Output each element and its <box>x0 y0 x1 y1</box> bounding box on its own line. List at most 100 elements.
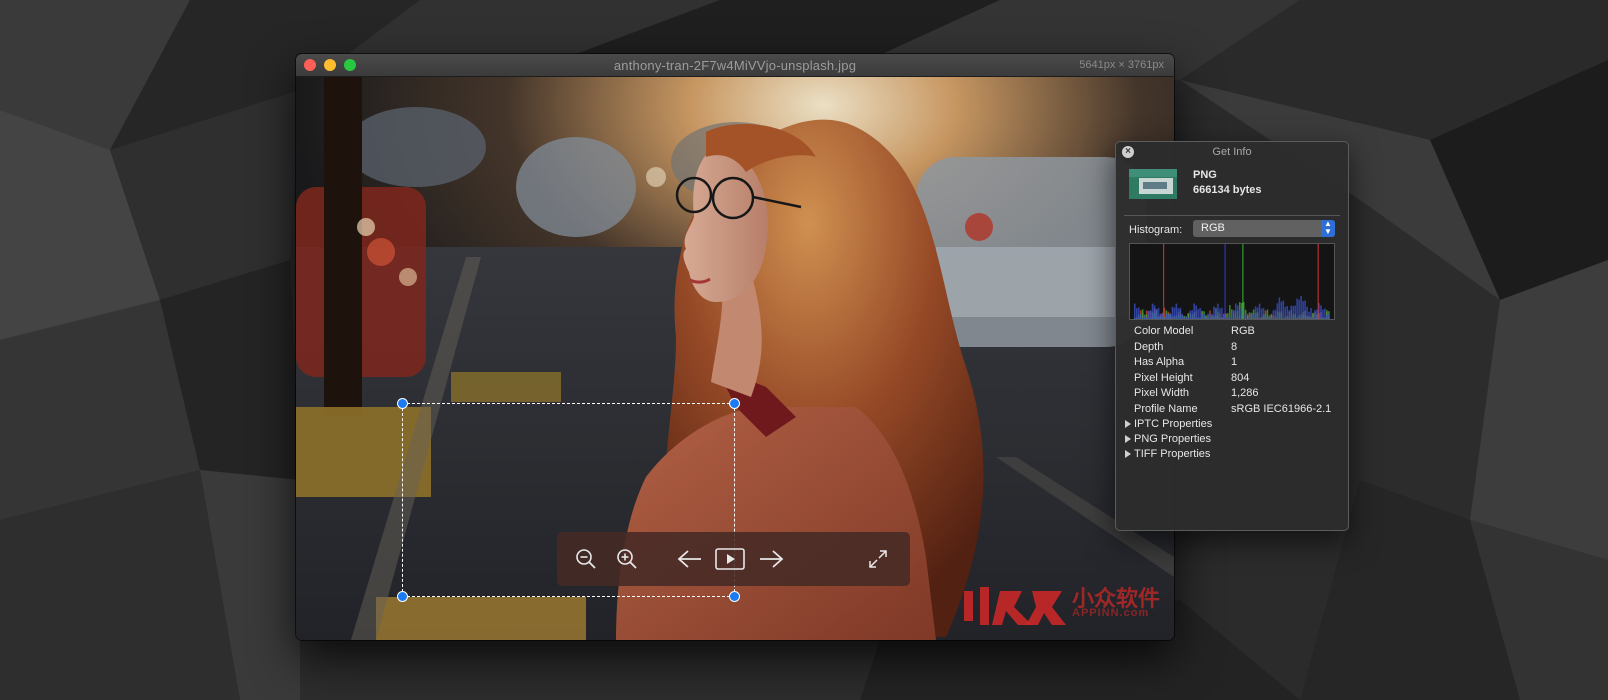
zoom-in-icon <box>617 549 637 569</box>
histogram-bin <box>1236 305 1239 319</box>
histogram-chart <box>1129 243 1335 320</box>
property-value: RGB <box>1231 325 1255 337</box>
image-dimensions: 5641px × 3761px <box>1079 59 1164 71</box>
disclosure-png-properties[interactable]: PNG Properties <box>1125 433 1211 449</box>
selection-handle-top-right[interactable] <box>729 398 740 409</box>
histogram-bin <box>1298 299 1300 319</box>
histogram-bin <box>1145 317 1148 319</box>
histogram-bin <box>1143 316 1146 319</box>
histogram-bin <box>1165 313 1168 319</box>
histogram-bin <box>1229 305 1231 319</box>
property-row: Pixel Width 1,286 <box>1134 387 1344 403</box>
property-key: Pixel Width <box>1134 387 1190 399</box>
histogram-bin <box>1153 305 1156 319</box>
histogram-mode-select[interactable]: RGB ▲ ▼ <box>1193 220 1335 237</box>
selection-handle-bottom-right[interactable] <box>729 591 740 602</box>
histogram-bin <box>1324 308 1326 319</box>
histogram-bin <box>1197 309 1199 319</box>
histogram-bin <box>1256 307 1259 319</box>
histogram-bin <box>1260 308 1263 319</box>
next-image-button[interactable] <box>756 544 786 574</box>
histogram-bin <box>1244 313 1247 319</box>
panel-title: Get Info <box>1212 146 1252 158</box>
window-title: anthony-tran-2F7w4MiVVjo-unsplash.jpg <box>613 58 857 73</box>
histogram-bin <box>1177 308 1180 319</box>
histogram-bin <box>1282 300 1285 319</box>
histogram-bin <box>1151 303 1154 319</box>
histogram-bin <box>1195 305 1197 319</box>
histogram-bin <box>1229 317 1231 319</box>
histogram-bin <box>1167 314 1170 319</box>
histogram-bin <box>1191 310 1193 319</box>
slideshow-button[interactable] <box>714 544 746 574</box>
histogram-bin <box>1231 310 1233 319</box>
watermark-text-en: APPINN.com <box>1072 607 1150 619</box>
histogram-bin <box>1221 307 1223 319</box>
histogram-bin <box>1316 309 1318 319</box>
histogram-bin <box>1232 309 1235 319</box>
histogram-bin <box>1286 305 1289 319</box>
histogram-bin <box>1308 311 1310 319</box>
previous-image-button[interactable] <box>675 544 705 574</box>
histogram-bin <box>1262 308 1265 319</box>
property-key: Has Alpha <box>1134 356 1185 368</box>
histogram-bin <box>1159 314 1162 319</box>
histogram-bin <box>1179 307 1182 319</box>
histogram-bin <box>1135 308 1138 319</box>
histogram-bin <box>1215 307 1217 319</box>
histogram-bin <box>1205 317 1207 319</box>
histogram-bin <box>1171 306 1174 319</box>
histogram-bin <box>1175 303 1178 319</box>
group-label: PNG Properties <box>1134 433 1212 445</box>
histogram-bin <box>1248 313 1251 319</box>
property-value: 1 <box>1231 356 1238 368</box>
get-info-panel: × Get Info PNG 666134 bytes Histogram: R… <box>1115 141 1349 531</box>
chevron-updown-icon: ▲ ▼ <box>1321 220 1335 237</box>
histogram-bin <box>1185 316 1188 319</box>
disclosure-tiff-properties[interactable]: TIFF Properties <box>1125 448 1210 464</box>
disclosure-triangle-icon <box>1125 450 1131 459</box>
arrow-left-icon <box>677 550 701 568</box>
histogram-bin <box>1310 308 1312 319</box>
histogram-bin <box>1223 314 1225 319</box>
histogram-bin <box>1328 313 1330 319</box>
histogram-bin <box>1169 313 1172 319</box>
property-key: Pixel Height <box>1134 371 1193 384</box>
histogram-bin <box>1250 314 1253 319</box>
title-bar: anthony-tran-2F7w4MiVVjo-unsplash.jpg 56… <box>296 54 1174 77</box>
play-icon <box>715 548 745 570</box>
selection-handle-top-left[interactable] <box>397 398 408 409</box>
group-label: TIFF Properties <box>1134 448 1211 460</box>
histogram-bin <box>1314 310 1316 319</box>
histogram-mode-value: RGB <box>1201 222 1225 234</box>
zoom-out-button[interactable] <box>573 544 599 574</box>
group-label: IPTC Properties <box>1134 418 1213 430</box>
fullscreen-button[interactable] <box>865 544 891 574</box>
histogram-bin <box>1296 298 1298 319</box>
histogram-bin <box>1213 306 1215 319</box>
histogram-bin <box>1141 309 1144 319</box>
histogram-bin <box>1238 309 1241 319</box>
histogram-bin <box>1304 300 1306 319</box>
histogram-bin <box>1207 313 1209 319</box>
histogram-bin <box>1292 306 1294 319</box>
image-thumbnail <box>1129 169 1177 199</box>
property-key: Color Model <box>1134 325 1194 337</box>
histogram-bin <box>1183 318 1186 319</box>
property-value: 8 <box>1231 340 1238 353</box>
histogram-bin <box>1326 314 1328 319</box>
property-row: Depth 8 <box>1134 341 1344 357</box>
selection-handle-bottom-left[interactable] <box>397 591 408 602</box>
histogram-bin <box>1137 307 1140 319</box>
histogram-bin <box>1181 313 1184 319</box>
histogram-bin <box>1139 313 1142 319</box>
zoom-in-button[interactable] <box>614 544 640 574</box>
disclosure-iptc-properties[interactable]: IPTC Properties <box>1125 418 1212 434</box>
histogram-bin <box>1246 317 1249 319</box>
histogram-bin <box>1219 308 1221 319</box>
histogram-bin <box>1288 310 1291 319</box>
histogram-bin <box>1272 310 1275 319</box>
property-key: Depth <box>1134 340 1164 353</box>
histogram-bin <box>1133 303 1136 319</box>
image-viewer-window: anthony-tran-2F7w4MiVVjo-unsplash.jpg 56… <box>296 54 1174 640</box>
